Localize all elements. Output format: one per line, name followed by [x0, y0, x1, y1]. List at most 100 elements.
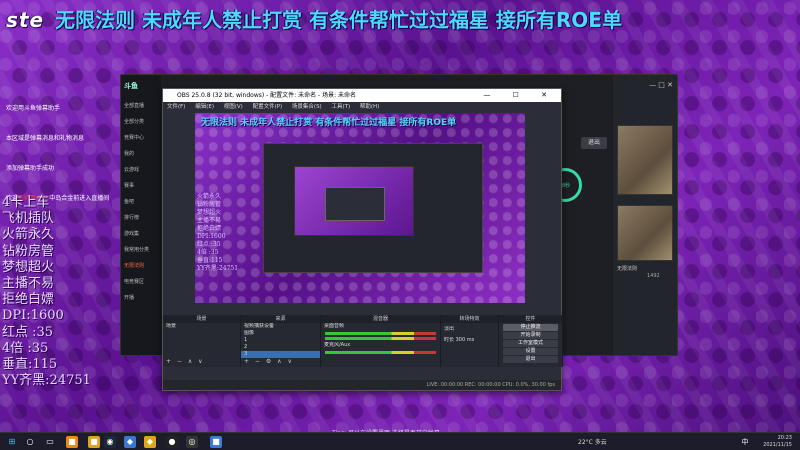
settings-button[interactable]: 设置: [503, 348, 558, 355]
menu-edit[interactable]: 编辑(E): [195, 104, 214, 110]
sidebar-item[interactable]: 电竞赛区: [121, 273, 161, 289]
sources-header: 来源: [241, 315, 320, 323]
menu-scene-collection[interactable]: 场景集合(S): [292, 104, 322, 110]
danmaku-message: 欢迎用斗鱼弹幕助手: [6, 105, 61, 112]
scenes-dock: 场景 场景 + − ∧ ∨: [163, 315, 241, 367]
scene-tools[interactable]: + − ∧ ∨: [163, 358, 205, 367]
stop-streaming-button[interactable]: 停止推流: [503, 324, 558, 331]
system-clock[interactable]: 20:23 2021/11/15: [763, 435, 792, 449]
obs-statusbar: LIVE: 00:00:00 REC: 00:00:00 CPU: 0.0%, …: [163, 380, 561, 390]
obs-docks: 场景 场景 + − ∧ ∨ 来源 视频捕获设备 图像 1 2 3 + − ⚙ ∧…: [163, 315, 563, 367]
sidebar-item[interactable]: 游戏集: [121, 225, 161, 241]
obs-window-controls[interactable]: — ☐ ✕: [483, 89, 557, 102]
sidebar-item[interactable]: 赛事: [121, 177, 161, 193]
stat-line: 主播不易: [2, 276, 55, 292]
taskview-icon[interactable]: ▭: [44, 436, 56, 448]
audio-meter[interactable]: [325, 332, 436, 335]
menu-view[interactable]: 视图(V): [224, 104, 243, 110]
stat-line: 4卡上车: [2, 195, 50, 210]
search-icon[interactable]: ○: [24, 436, 36, 448]
stat-line: 火箭永久: [2, 227, 55, 243]
audio-meter[interactable]: [325, 351, 436, 354]
source-item[interactable]: 1: [241, 337, 320, 344]
mixer-header: 混音器: [321, 315, 440, 323]
stat-line: YY齐黑:24751: [2, 373, 91, 389]
obs-preview-canvas[interactable]: 无限法则 未成年人禁止打赏 有条件帮忙过过福星 接所有ROE单 火箭永久 钻粉房…: [195, 113, 525, 303]
app-icon[interactable]: ■: [88, 436, 100, 448]
mixer-channel-label: 桌面音频: [324, 323, 345, 329]
windows-start-icon[interactable]: ⊞: [6, 436, 18, 448]
obs-titlebar: OBS 25.0.8 (32 bit, windows) - 配置文件: 未命名…: [163, 89, 561, 102]
sidebar-item[interactable]: 全部直播: [121, 97, 161, 113]
preview-banner: 无限法则 未成年人禁止打赏 有条件帮忙过过福星 接所有ROE单: [201, 118, 457, 128]
app-icon[interactable]: ■: [210, 436, 222, 448]
transitions-dock: 转场特效 淡出 时长 300 ms: [441, 315, 499, 367]
stat-line: 红点 :35: [2, 324, 54, 340]
stat-line: 钻粉房管: [2, 243, 55, 259]
stream-thumbnail[interactable]: [617, 205, 673, 261]
menu-file[interactable]: 文件(F): [167, 104, 185, 110]
sidebar-item[interactable]: 鱼吧: [121, 193, 161, 209]
stat-line: 飞机插队: [2, 211, 55, 227]
stream-banner: ste 无限法则 未成年人禁止打赏 有条件帮忙过过福星 接所有ROE单: [0, 4, 800, 34]
start-recording-button[interactable]: 开始录制: [503, 332, 558, 339]
obs-title: OBS 25.0.8 (32 bit, windows) - 配置文件: 未命名…: [177, 92, 357, 99]
studio-mode-button[interactable]: 工作室模式: [503, 340, 558, 347]
banner-scroll-text: 无限法则 未成年人禁止打赏 有条件帮忙过过福星 接所有ROE单: [55, 8, 622, 32]
exit-button[interactable]: 退出: [581, 137, 607, 149]
client-right-panel: — □ ✕ 无限法则 1492: [613, 75, 677, 355]
scene-item[interactable]: 场景: [163, 323, 240, 330]
banner-logo: ste: [6, 8, 45, 32]
transition-select[interactable]: 淡出: [441, 326, 498, 333]
obs-icon[interactable]: ◎: [186, 436, 198, 448]
mixer-dock: 混音器 桌面音频 麦克风/Aux: [321, 315, 441, 367]
thumbnail-label: 无限法则: [617, 266, 638, 272]
stream-thumbnail[interactable]: [617, 125, 673, 195]
thumbnail-count: 1492: [647, 273, 660, 279]
sidebar-item[interactable]: 全部分类: [121, 113, 161, 129]
weather-widget[interactable]: 22°C 多云: [578, 437, 607, 446]
window-controls[interactable]: — □ ✕: [649, 81, 673, 89]
sidebar-item[interactable]: 无限法则: [121, 257, 161, 273]
scenes-header: 场景: [163, 315, 240, 323]
steam-icon[interactable]: ◉: [104, 436, 116, 448]
recursive-preview: [263, 143, 483, 273]
sidebar-item[interactable]: 竞赛中心: [121, 129, 161, 145]
mixer-channel-label: 麦克风/Aux: [324, 342, 351, 348]
ime-indicator[interactable]: 中: [740, 436, 750, 448]
danmaku-message: 添加弹幕助手成功: [6, 165, 55, 172]
transitions-header: 转场特效: [441, 315, 498, 323]
app-icon[interactable]: ●: [166, 436, 178, 448]
sidebar-item[interactable]: 云游戏: [121, 161, 161, 177]
app-icon[interactable]: ■: [66, 436, 78, 448]
recursive-preview-inner: [294, 166, 414, 236]
stat-line: 拒绝白嫖: [2, 292, 55, 308]
menu-tools[interactable]: 工具(T): [331, 104, 350, 110]
audio-meter[interactable]: [325, 337, 436, 340]
menu-help[interactable]: 帮助(H): [360, 104, 379, 110]
taskbar: ⊞ ○ ▭ ■ ■ ◉ ◆ ◆ ● ◎ ■ 22°C 多云 中 20:23 20…: [0, 432, 800, 450]
sidebar-item[interactable]: 排行榜: [121, 209, 161, 225]
menu-profile[interactable]: 配置文件(P): [253, 104, 283, 110]
sidebar-item[interactable]: 我常用分类: [121, 241, 161, 257]
client-sidebar: 斗鱼 全部直播 全部分类 竞赛中心 我的 云游戏 赛事 鱼吧 排行榜 游戏集 我…: [121, 75, 161, 355]
controls-dock: 控件 停止推流 开始录制 工作室模式 设置 退出: [499, 315, 563, 367]
source-item[interactable]: 图像: [241, 330, 320, 337]
danmaku-message: 本区域是弹幕消息和礼物消息: [6, 135, 85, 142]
exit-obs-button[interactable]: 退出: [503, 356, 558, 363]
source-item[interactable]: 2: [241, 344, 320, 351]
client-logo: 斗鱼: [124, 82, 138, 90]
sidebar-item[interactable]: 开播: [121, 289, 161, 305]
source-item[interactable]: 视频捕获设备: [241, 323, 320, 330]
sidebar-item[interactable]: 我的: [121, 145, 161, 161]
source-tools[interactable]: + − ⚙ ∧ ∨: [241, 358, 294, 367]
stat-line: 垂直:115: [2, 357, 58, 373]
app-icon[interactable]: ◆: [124, 436, 136, 448]
sources-dock: 来源 视频捕获设备 图像 1 2 3 + − ⚙ ∧ ∨: [241, 315, 321, 367]
app-icon[interactable]: ◆: [144, 436, 156, 448]
recursive-preview-innermost: [325, 187, 385, 221]
obs-window[interactable]: OBS 25.0.8 (32 bit, windows) - 配置文件: 未命名…: [162, 88, 563, 391]
transition-duration[interactable]: 时长 300 ms: [441, 337, 498, 344]
obs-menubar: 文件(F) 编辑(E) 视图(V) 配置文件(P) 场景集合(S) 工具(T) …: [163, 102, 561, 113]
source-item[interactable]: 3: [241, 351, 320, 358]
